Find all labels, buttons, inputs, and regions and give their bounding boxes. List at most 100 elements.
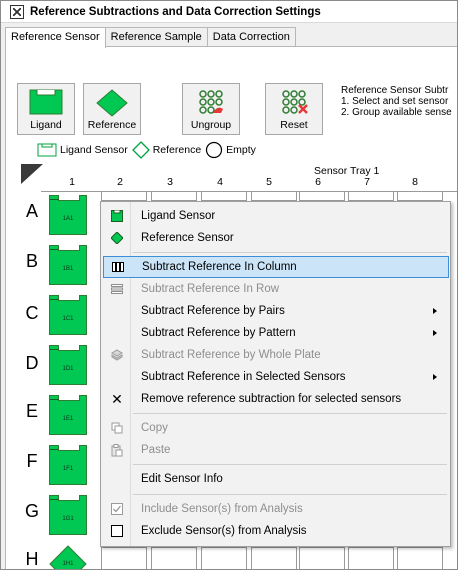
menu-item-ligand-sensor[interactable]: Ligand Sensor [103,205,449,227]
cell-A8[interactable] [397,191,443,201]
col-label-2: 2 [117,176,123,188]
row-label-F: F [26,451,38,471]
col-label-1: 1 [69,176,75,188]
cell-H2[interactable] [101,547,147,569]
sensor-notch [50,395,80,401]
menu-label: Subtract Reference In Row [141,283,280,295]
tab-strip: Reference Sensor Reference Sample Data C… [5,27,296,48]
sensor-notch [50,445,80,451]
window-title: Reference Subtractions and Data Correcti… [30,5,321,18]
sensor-1G1[interactable]: 1G1 [49,495,87,535]
col-label-8: 8 [412,176,418,188]
sensor-id: 1H1 [62,561,74,567]
row-label-H: H [25,549,39,569]
ligand-legend-icon [37,143,57,157]
plate-icon [103,344,131,366]
menu-item-subtract-column[interactable]: Subtract Reference In Column [103,256,449,278]
sensor-1D1[interactable]: 1D1 [49,345,87,385]
menu-item-subtract-pattern[interactable]: Subtract Reference by Pattern [103,322,449,344]
menu-label: Subtract Reference by Pairs [141,305,285,317]
menu-label: Subtract Reference in Selected Sensors [141,371,346,383]
menu-item-reference-sensor[interactable]: Reference Sensor [103,227,449,249]
paste-icon [103,439,131,461]
reset-button[interactable]: Reset [265,83,323,135]
reset-button-label: Reset [280,119,308,131]
row-label-G: G [24,501,39,521]
cell-A6[interactable] [299,191,345,201]
sensor-1F1[interactable]: 1F1 [49,445,87,485]
ligand-button-label: Ligand [30,119,62,131]
blank-icon [103,300,131,322]
close-icon: ✕ [111,390,123,407]
submenu-arrow-icon [433,308,437,314]
menu-item-edit-sensor-info[interactable]: Edit Sensor Info [103,468,449,490]
legend-ligand-sensor: Ligand Sensor [37,143,128,157]
sensor-notch [50,295,80,301]
sensor-id: 1C1 [62,316,74,322]
menu-label: Ligand Sensor [141,210,216,222]
cell-A2[interactable] [101,191,147,201]
tray-corner-marker [21,164,43,184]
tab-reference-sample[interactable]: Reference Sample [104,27,208,47]
sensor-id: 1G1 [62,516,74,522]
sensor-1H1[interactable]: 1H1 [49,545,87,569]
menu-item-subtract-pairs[interactable]: Subtract Reference by Pairs [103,300,449,322]
sensor-id: 1A1 [62,216,74,222]
menu-item-copy[interactable]: Copy [103,417,449,439]
tab-data-correction[interactable]: Data Correction [206,27,296,47]
menu-label: Copy [141,422,168,434]
reference-button-label: Reference [87,119,137,131]
menu-label: Subtract Reference In Column [142,261,297,273]
row-label-E: E [25,401,38,421]
menu-separator [133,494,447,495]
sensor-notch [50,245,80,251]
cell-H6[interactable] [299,547,345,569]
menu-item-subtract-selected[interactable]: Subtract Reference in Selected Sensors [103,366,449,388]
cell-A5[interactable] [251,191,297,201]
cell-A7[interactable] [348,191,394,201]
menu-label: Subtract Reference by Pattern [141,327,296,339]
ligand-button[interactable]: Ligand [17,83,75,135]
legend: Ligand Sensor Reference Empty [37,141,260,159]
menu-item-exclude-sensors[interactable]: Exclude Sensor(s) from Analysis [103,520,449,542]
reference-button[interactable]: Reference [83,83,141,135]
col-label-6: 6 [315,176,321,188]
ligand-sensor-icon [29,89,63,115]
menu-separator [133,413,447,414]
cell-A4[interactable] [201,191,247,201]
cell-H4[interactable] [201,547,247,569]
sensor-id: 1F1 [62,466,74,472]
col-label-7: 7 [364,176,370,188]
menu-item-remove-subtraction[interactable]: ✕ Remove reference subtraction for selec… [103,388,449,410]
blank-icon [103,366,131,388]
sensor-id: 1E1 [62,416,74,422]
sensor-id: 1D1 [62,366,74,372]
submenu-arrow-icon [433,374,437,380]
reference-diamond-icon [103,227,131,249]
sensor-1C1[interactable]: 1C1 [49,295,87,335]
ligand-sensor-icon [103,205,131,227]
cell-H7[interactable] [348,547,394,569]
menu-item-paste[interactable]: Paste [103,439,449,461]
ungroup-button[interactable]: Ungroup [182,83,240,135]
sensor-1A1[interactable]: 1A1 [49,195,87,235]
row-label-A: A [25,201,38,221]
tab-reference-sensor[interactable]: Reference Sensor [5,27,106,48]
menu-item-subtract-whole-plate[interactable]: Subtract Reference by Whole Plate [103,344,449,366]
cell-A3[interactable] [151,191,197,201]
cell-H5[interactable] [251,547,297,569]
blank-icon [103,468,131,490]
sensor-1E1[interactable]: 1E1 [49,395,87,435]
reference-legend-icon [131,141,150,159]
cell-H3[interactable] [151,547,197,569]
instructions-title: Reference Sensor Subtr [341,85,449,96]
reference-diamond-icon [96,89,128,117]
row-label-D: D [25,353,39,373]
instructions-step-1: 1. Select and set sensor [341,96,449,107]
cell-H8[interactable] [397,547,443,569]
menu-item-include-sensors[interactable]: Include Sensor(s) from Analysis [103,498,449,520]
legend-empty-label: Empty [226,144,256,156]
menu-item-subtract-row[interactable]: Subtract Reference In Row [103,278,449,300]
sensor-1B1[interactable]: 1B1 [49,245,87,285]
col-label-5: 5 [266,176,272,188]
